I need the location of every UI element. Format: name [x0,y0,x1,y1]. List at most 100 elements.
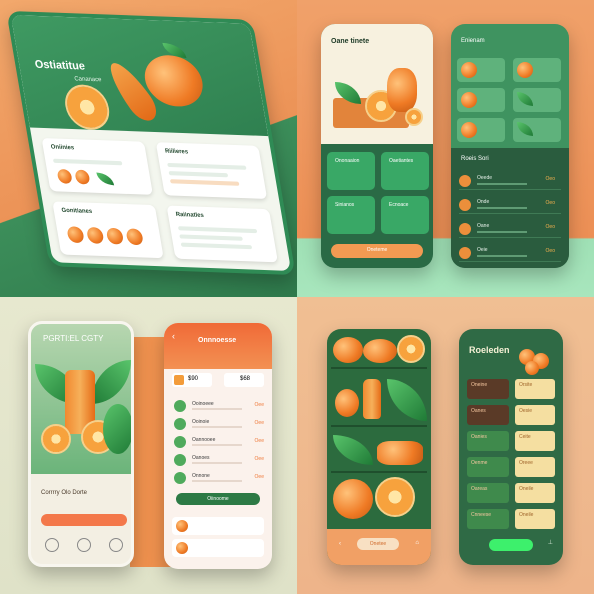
phone-mockup-left: PGRTI:EL CGTY Corrrry Olo Dorte [28,321,134,567]
action-button[interactable]: Onetee [357,538,399,550]
back-chevron-icon[interactable]: ‹ [172,331,175,341]
table-row[interactable]: Oareas Oneile [467,483,555,503]
phone-mockup-left: ‹ Onetee ⌂ [327,329,431,565]
mockup-quadrant-1: Ostiatitue Cananace Oniinies Riilieres G… [0,0,297,297]
cart-icon[interactable]: ⌂ [415,540,419,546]
card-line [52,158,123,166]
phone-mockup-right: Roeleden Oneine Orsite Oanes Oesie Oanies C… [459,329,563,565]
product-tile[interactable] [513,118,561,142]
product-tile[interactable] [457,118,505,142]
category-tile[interactable]: Oaetiantes [381,152,429,190]
card-line [177,226,258,234]
table-row[interactable]: Oanies Ceite [467,431,555,451]
card-line [168,171,229,178]
orange-icon [525,361,539,375]
product-card[interactable]: Riilieres [155,142,268,199]
table-row[interactable]: Oenme Oreee [467,457,555,477]
card-label: Gonitianes [61,207,93,216]
phone-mockup: Ostiatitue Cananace Oniinies Riilieres G… [6,10,296,276]
table-row[interactable]: Oanes Oesie [467,405,555,425]
mockup-quadrant-4: ‹ Onetee ⌂ Roeleden Oneine Orsite Oanes Oe… [297,297,594,594]
shelf-divider [331,471,427,473]
orange-icon [105,227,125,245]
orange-slice-image [41,424,71,454]
orange-icon [74,169,91,185]
card-label: Raiinatles [175,211,205,220]
shelf-divider [331,425,427,427]
stat-box: $68 [224,373,264,387]
hero-title: Oane tinete [331,38,370,45]
confirm-button[interactable]: Oiinoome [176,493,260,505]
orange-icon [125,228,144,246]
product-tile[interactable] [457,58,505,82]
greens-image [333,435,373,465]
phone-mockup-right: Enienam Roeis Sori Oeede Oeo Onde Oeo Oane… [451,24,569,268]
list-item[interactable]: Oane Oeo [459,220,561,238]
section-title: Corrrry Olo Dorte [41,490,88,496]
category-tile[interactable]: Sinianos [327,196,375,234]
go-button[interactable] [489,539,533,551]
summary-card [172,517,264,535]
pumpkin-image [363,339,397,363]
orange-icon [85,226,105,244]
category-tile[interactable]: Ecnoace [381,196,429,234]
back-chevron-icon[interactable]: ‹ [339,541,341,547]
list-item[interactable]: Oanoes Oee [174,453,264,467]
mockup-quadrant-3: PGRTI:EL CGTY Corrrry Olo Dorte ‹ Onnnoe… [0,297,297,594]
mockup-quadrant-2: Oane tinete Ononaaion Oaetiantes Siniano… [297,0,594,297]
leaf-icon [96,172,115,186]
bottle-image [363,379,381,419]
product-tile[interactable] [457,88,505,112]
table-row[interactable]: Cnneese Oneile [467,509,555,529]
pear-image [103,404,131,454]
app-subtitle: Cananace [74,76,103,84]
tile-label: Oaetiantes [389,158,414,164]
card-label: Oniinies [50,144,75,152]
product-card[interactable]: Raiinatles [166,205,278,263]
squash-image [377,441,423,465]
card-line [167,162,247,170]
product-tile[interactable] [513,88,561,112]
order-button-label: Oneteme [366,247,388,253]
product-tile[interactable] [513,58,561,82]
phone-mockup-right: ‹ Onnnoesse $90 $68 Ooinoeee Oee Ooinoie O… [164,323,272,569]
confirm-button-label: Oiinoome [207,496,229,502]
app-title: Ostiatitue [33,58,86,73]
screen-title: Onnnoesse [198,337,237,344]
progress-bar [41,514,127,526]
list-item[interactable]: Oannooee Oee [174,435,264,449]
list-item[interactable]: Oeie Oeo [459,244,561,262]
stat-icon [174,375,184,385]
phone-mockup-left: Oane tinete Ononaaion Oaetiantes Siniano… [321,24,433,268]
category-tile[interactable]: Ononaaion [327,152,375,190]
list-item[interactable]: Oeede Oeo [459,172,561,190]
hero-panel: PGRTI:EL CGTY [31,324,131,474]
card-line [179,234,243,241]
product-card[interactable]: Oniinies [41,138,153,195]
table-row[interactable]: Oneine Orsite [467,379,555,399]
nav-icon[interactable] [45,538,59,552]
stat-value: $90 [188,376,199,382]
shelf-divider [331,367,427,369]
pear-image [335,389,359,417]
action-button-label: Onetee [369,541,387,547]
menu-icon[interactable]: ⊥ [548,539,553,546]
orange-slice-image [61,83,113,131]
pineapple-image [387,68,417,112]
stat-box: $90 [172,373,212,387]
list-item[interactable]: Onde Oeo [459,196,561,214]
list-item[interactable]: Onnone Oee [174,471,264,485]
leaf-image [91,360,131,404]
nav-icon[interactable] [77,538,91,552]
product-card[interactable]: Gonitianes [52,201,164,259]
order-button[interactable]: Oneteme [331,244,423,258]
orange-icon [56,169,73,184]
list-item[interactable]: Ooinoeee Oee [174,399,264,413]
list-title: Roeis Sori [461,156,489,162]
screen-title: Enienam [461,38,485,44]
nav-icon[interactable] [109,538,123,552]
tile-label: Ononaaion [335,158,360,164]
stat-value: $68 [240,376,251,382]
list-item[interactable]: Ooinoie Oee [174,417,264,431]
tile-label: Ecnoace [389,202,409,208]
